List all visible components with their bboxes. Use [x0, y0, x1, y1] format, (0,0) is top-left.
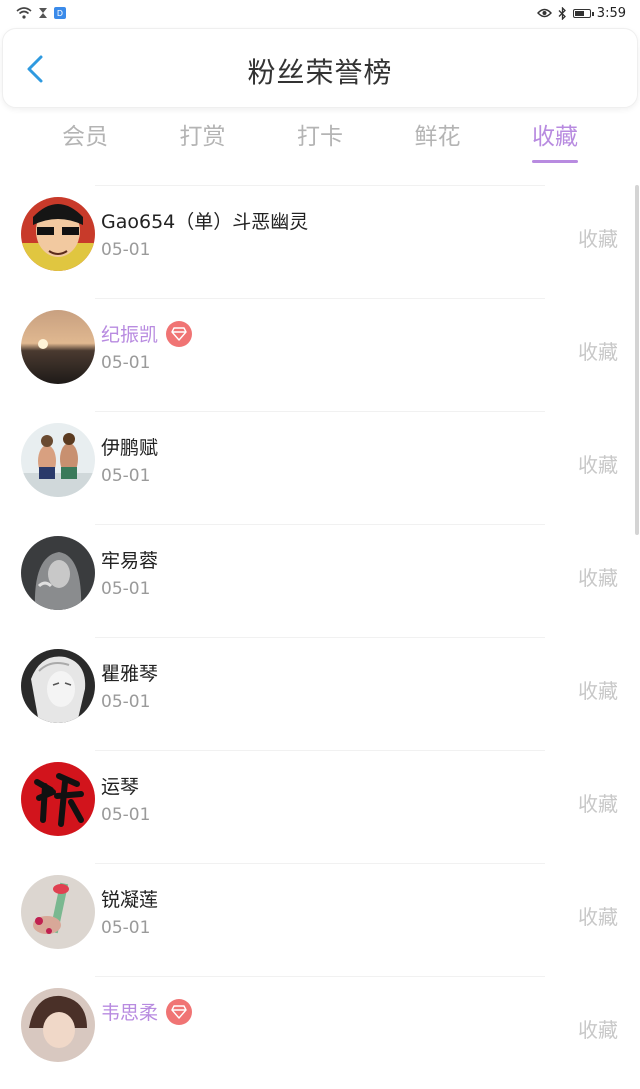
action-label: 收藏 [578, 340, 618, 364]
action-label: 收藏 [578, 453, 618, 477]
list-item[interactable]: 韦思柔 收藏 [0, 976, 640, 1089]
page-title: 粉丝荣誉榜 [247, 56, 393, 89]
list-item[interactable]: 瞿雅琴 05-01 收藏 [0, 637, 640, 750]
list-item[interactable]: 牢易蓉 05-01 收藏 [0, 524, 640, 637]
name-line: 瞿雅琴 [101, 659, 158, 686]
avatar[interactable] [21, 988, 95, 1062]
avatar[interactable] [21, 762, 95, 836]
hourglass-icon [39, 8, 47, 18]
action-label: 收藏 [578, 792, 618, 816]
avatar[interactable] [21, 875, 95, 949]
action-label: 收藏 [578, 679, 618, 703]
date: 05-01 [101, 240, 151, 260]
list-item[interactable]: 纪振凯 05-01 收藏 [0, 298, 640, 411]
scrollbar[interactable] [635, 185, 639, 535]
battery-icon [572, 8, 594, 18]
name-line: Gao654（单）斗恶幽灵 [101, 207, 308, 234]
user-name: Gao654（单）斗恶幽灵 [101, 211, 309, 233]
tab-bar: 会员 打赏 打卡 鲜花 收藏 [20, 115, 620, 171]
avatar[interactable] [21, 423, 95, 497]
name-line: 运琴 [101, 772, 139, 799]
eye-icon [536, 8, 552, 18]
diamond-badge-icon [166, 320, 193, 347]
list-item[interactable]: 伊鹏赋 05-01 收藏 [0, 411, 640, 524]
date: 05-01 [101, 466, 151, 486]
tab-favorites[interactable]: 收藏 [510, 115, 600, 167]
app-notification-icon: D [54, 7, 66, 19]
list-item[interactable]: 锐凝莲 05-01 收藏 [0, 863, 640, 976]
name-line: 牢易蓉 [101, 546, 158, 573]
action-label: 收藏 [578, 1018, 618, 1042]
user-name: 牢易蓉 [101, 550, 159, 572]
date: 05-01 [101, 805, 151, 825]
avatar[interactable] [21, 649, 95, 723]
user-name: 运琴 [101, 776, 140, 798]
date: 05-01 [101, 579, 151, 599]
user-name: 韦思柔 [101, 1002, 159, 1024]
name-line: 韦思柔 [101, 998, 193, 1025]
date: 05-01 [101, 918, 151, 938]
tab-members[interactable]: 会员 [40, 115, 130, 167]
wifi-icon [16, 7, 32, 19]
user-name: 纪振凯 [101, 324, 159, 346]
user-name: 锐凝莲 [101, 889, 159, 911]
status-right: 3:59 [536, 5, 626, 21]
tab-flowers[interactable]: 鲜花 [393, 115, 483, 167]
date: 05-01 [101, 692, 151, 712]
avatar[interactable] [21, 310, 95, 384]
user-name: 伊鹏赋 [101, 437, 159, 459]
name-line: 纪振凯 [101, 320, 193, 347]
avatar[interactable] [21, 536, 95, 610]
header-bar: 粉丝荣誉榜 [2, 28, 638, 108]
action-label: 收藏 [578, 905, 618, 929]
tab-checkin[interactable]: 打卡 [275, 115, 365, 167]
status-time: 3:59 [596, 5, 626, 21]
name-line: 伊鹏赋 [101, 433, 158, 460]
list-item[interactable]: Gao654（单）斗恶幽灵 05-01 收藏 [0, 185, 640, 298]
action-label: 收藏 [578, 227, 618, 251]
tab-rewards[interactable]: 打赏 [158, 115, 248, 167]
date: 05-01 [101, 353, 151, 373]
bluetooth-icon [558, 6, 566, 20]
name-line: 锐凝莲 [101, 885, 158, 912]
action-label: 收藏 [578, 566, 618, 590]
diamond-badge-icon [166, 998, 193, 1025]
status-bar: D 3:59 [0, 0, 640, 26]
fan-list: Gao654（单）斗恶幽灵 05-01 收藏 纪振凯 05-01 收藏 伊鹏赋 … [0, 185, 640, 1089]
avatar[interactable] [21, 197, 95, 271]
list-item[interactable]: 运琴 05-01 收藏 [0, 750, 640, 863]
user-name: 瞿雅琴 [101, 663, 159, 685]
status-left: D [16, 7, 66, 19]
